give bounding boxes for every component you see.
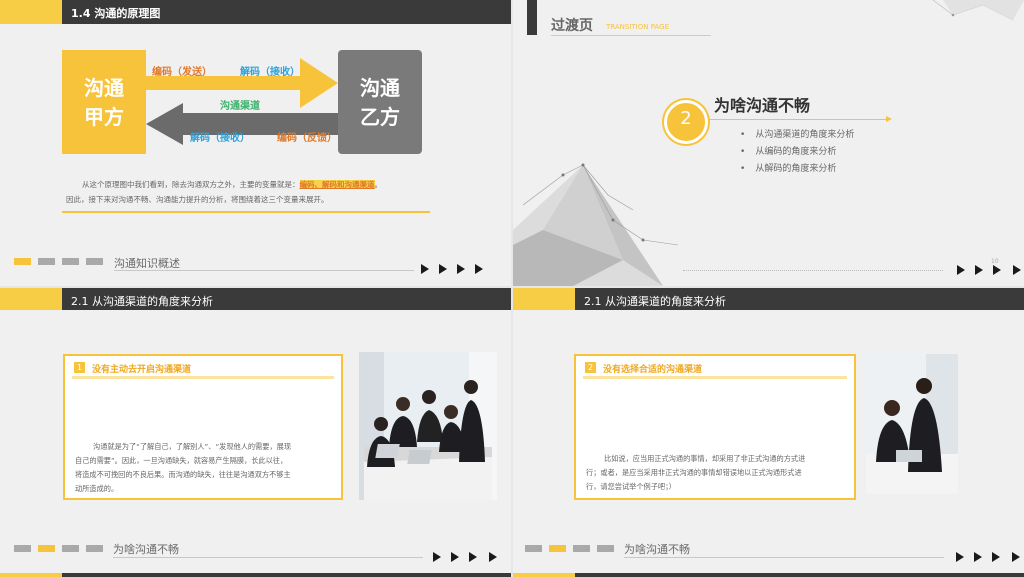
office-team-photo [359,352,497,500]
paragraph-highlight: 编码、解码和沟通渠道 [299,180,375,189]
bullet-item: • 从编码的角度来分析 [740,147,837,157]
footer-square-4 [86,258,103,265]
footer-line [113,557,423,558]
footer-square-1 [14,258,31,265]
slide-header: 1.4 沟通的原理图 [0,0,511,24]
header-accent [0,0,62,24]
transition-heading: 为啥沟通不畅 [714,96,811,115]
footer-arrow-icon [1012,552,1020,562]
footer-arrow-icon [974,552,982,562]
slide-header: 2.1 从沟通渠道的角度来分析 [0,288,511,310]
footer-square-3 [62,258,79,265]
box-title-underline [583,376,847,379]
footer-arrow-icon [421,264,429,274]
bullet-list: • 从沟通渠道的角度来分析 • 从编码的角度来分析 • 从解码的角度来分析 [740,127,854,178]
bullet-item-text: 从解码的角度来分析 [755,164,837,174]
footer-square-4 [597,545,614,552]
bottom-yellow-strip [0,573,62,577]
paragraph-line-2: 因此，接下来对沟通不畅、沟通能力提升的分析，将围绕着这三个变量来展开。 [66,195,329,204]
footer-arrow-icon [489,552,497,562]
footer-square-4 [86,545,103,552]
footer-square-3 [62,545,79,552]
footer-square-1 [525,545,542,552]
party-b-label-1: 沟通 [360,76,400,100]
body-line: 动所造成的。 [75,484,119,493]
section-number: 2 [680,108,692,129]
body-line: 自己的需要”。因此，一旦沟通缺失，就容易产生隔膜，长此以往， [75,456,288,465]
footer-square-2 [38,545,55,552]
box-title: 没有主动去开启沟通渠道 [92,365,192,375]
footer-arrow-icon [469,552,477,562]
bottom-dark-strip [62,573,511,577]
header-title: 1.4 沟通的原理图 [71,7,161,20]
footer-arrow-icon [993,265,1001,275]
header-accent [0,288,62,310]
header-title: 2.1 从沟通渠道的角度来分析 [71,295,213,308]
bullet-item: • 从解码的角度来分析 [740,164,837,174]
box-number-badge: 1 [74,362,85,373]
footer-arrow-icon [457,264,465,274]
body-line: 比如说，应当用正式沟通的事情，却采用了非正式沟通的方式进 [604,454,806,463]
header-title: 2.1 从沟通渠道的角度来分析 [584,295,726,308]
slide-header: 2.1 从沟通渠道的角度来分析 [513,288,1024,310]
box-number-badge: 2 [585,362,596,373]
page-number: 10 [991,258,999,265]
bullet-item-text: 从沟通渠道的角度来分析 [755,130,855,140]
footer-label: 为啥沟通不畅 [113,543,179,556]
footer-arrow-icon [439,264,447,274]
box-title: 没有选择合适的沟通渠道 [603,365,703,375]
bottom-dark-strip [575,573,1024,577]
footer-line [114,270,414,271]
footer-arrow-icon [956,552,964,562]
footer-square-1 [14,545,31,552]
body-line: 行，请您尝试举个例子吧；） [586,482,676,491]
heading-underline [708,119,888,120]
principle-paragraph: 从这个原理图中我们看到，除去沟通双方之外，主要的变量就是：编码、解码和沟通渠道。… [66,177,436,207]
slide-transition[interactable]: 过渡页 TRANSITION PAGE 2 为啥沟通不畅 • 从沟通渠道的角度来分… [513,0,1024,286]
party-b-label-2: 乙方 [360,105,400,129]
decode-receive-top-label: 解码（接收） [240,67,300,78]
body-line: 行；或者，是应当采用非正式沟通的事情却错误地以正式沟通形式进 [586,468,802,477]
footer-arrow-icon [433,552,441,562]
paragraph-underline [62,211,430,213]
footer-line [624,557,944,558]
footer-square-2 [549,545,566,552]
bullet-item-text: 从编码的角度来分析 [755,147,837,157]
header-accent [513,288,575,310]
body-line: 沟通就是为了“了解自己，了解别人”、“发现他人的需要，展现 [93,442,292,451]
office-women-photo [866,354,958,494]
box-title-underline [72,376,334,379]
footer-arrow-icon [957,265,965,275]
body-line: 将造成不可挽回的不良后果。而沟通的缺失，往往是沟通双方不够主 [75,470,291,479]
channel-label: 沟通渠道 [220,101,260,112]
bullet-item: • 从沟通渠道的角度来分析 [740,130,855,140]
footer-label: 沟通知识概述 [114,257,180,270]
footer-square-3 [573,545,590,552]
footer-line [683,270,943,271]
party-a-label-1: 沟通 [84,76,124,100]
slide-channel-analysis-2[interactable]: 2.1 从沟通渠道的角度来分析 2 没有选择合适的沟通渠道 比如说，应当用正式沟… [513,288,1024,577]
box-body: 沟通就是为了“了解自己，了解别人”、“发现他人的需要，展现 自己的需要”。因此，… [75,440,291,496]
heading-underline-arrow [886,116,892,122]
footer-arrow-icon [975,265,983,275]
paragraph-end: 。 [374,180,383,189]
party-a-label-2: 甲方 [84,105,124,129]
footer-label: 为啥沟通不畅 [624,543,690,556]
slide-channel-analysis-1[interactable]: 2.1 从沟通渠道的角度来分析 1 没有主动去开启沟通渠道 沟通就是为了“了解自… [0,288,511,577]
footer-arrow-icon [451,552,459,562]
encode-send-label: 编码（发送） [152,67,212,78]
bottom-yellow-strip [513,573,575,577]
footer-square-2 [38,258,55,265]
footer-arrow-icon [475,264,483,274]
decode-receive-bottom-label: 解码（接收） [190,133,250,144]
footer-arrow-icon [992,552,1000,562]
footer-arrow-icon [1013,265,1021,275]
encode-feedback-label: 编码（反馈） [277,133,337,144]
slide-communication-principle[interactable]: 1.4 沟通的原理图 沟通 甲方 沟通 乙方 编码（发送） 解码（接收） 沟通渠… [0,0,511,286]
box-body: 比如说，应当用正式沟通的事情，却采用了非正式沟通的方式进 行；或者，是应当采用非… [586,452,805,494]
paragraph-text: 从这个原理图中我们看到，除去沟通双方之外，主要的变量就是： [82,180,300,189]
